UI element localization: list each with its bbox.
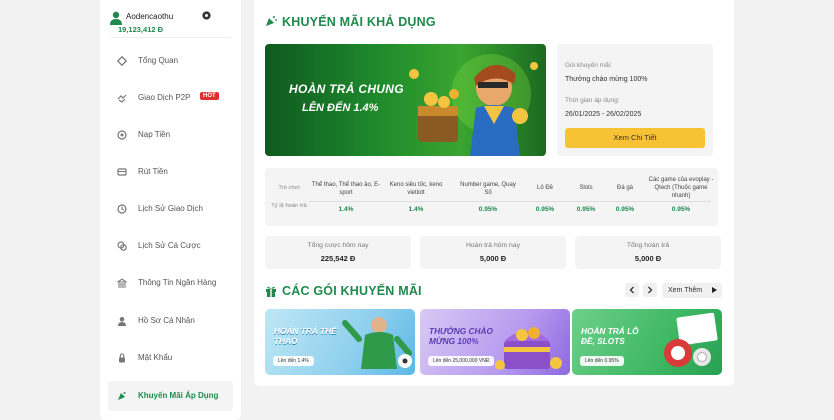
stat-total-rebate: Tổng hoàn trả 5,000 Đ	[575, 236, 721, 269]
chevron-right-icon	[648, 286, 653, 294]
balance: 19,123,412 Đ	[118, 25, 164, 34]
table-divider	[309, 201, 711, 202]
promo-card-welcome[interactable]: THƯỞNG CHÀO MỪNG 100% Lên đến 25,000,000…	[420, 309, 570, 375]
card-title: HOÀN TRẢ LÔ ĐỀ, SLOTS	[581, 326, 639, 346]
goalkeeper-illustration	[342, 317, 412, 369]
bet-history-icon	[117, 241, 127, 251]
handshake-icon	[117, 94, 127, 103]
table-header-cell: Lô Đề	[536, 185, 553, 191]
sidebar-item-profile[interactable]: Hồ Sơ Cá Nhân	[108, 306, 233, 336]
sidebar-item-bank-info[interactable]: Thông Tin Ngân Hàng	[108, 268, 233, 298]
bank-icon	[117, 278, 127, 288]
stat-value: 225,542 Đ	[320, 254, 356, 263]
stat-label: Tổng cược hôm nay	[307, 242, 369, 249]
sidebar-item-label: Nạp Tiền	[138, 130, 171, 139]
sidebar-item-overview[interactable]: Tổng Quan	[108, 46, 233, 76]
stat-total-bet-today: Tổng cược hôm nay 225,542 Đ	[265, 236, 411, 269]
rate-cell: 0.95%	[671, 206, 691, 213]
main-panel: KHUYẾN MÃI KHẢ DỤNG HOÀN TRẢ CHUNG LÊN Đ…	[254, 0, 734, 386]
withdraw-icon	[117, 168, 127, 176]
grid-icon	[117, 56, 127, 66]
divider	[110, 37, 231, 38]
promo-icon	[118, 392, 126, 400]
promo-banner[interactable]: HOÀN TRẢ CHUNG LÊN ĐẾN 1.4%	[265, 44, 546, 156]
table-header-cell: Slots	[579, 185, 593, 191]
promo-card-lottery-slots[interactable]: HOÀN TRẢ LÔ ĐỀ, SLOTS Lên đến 0.95%	[572, 309, 722, 375]
time-value: 26/01/2025 - 26/02/2025	[565, 111, 642, 118]
time-label: Thời gian áp dụng:	[565, 97, 620, 104]
sidebar-item-promotions[interactable]: Khuyến Mãi Áp Dụng	[108, 381, 233, 411]
party-popper-icon	[266, 16, 277, 26]
sidebar-item-label: Lịch Sử Giao Dịch	[138, 204, 203, 213]
rate-cell: 1.4%	[338, 206, 354, 213]
username: Aodencaothu	[126, 12, 174, 21]
sidebar-item-p2p[interactable]: Giao Dịch P2P HOT	[108, 83, 233, 113]
package-label: Gói khuyến mãi:	[565, 62, 612, 69]
hot-badge: HOT	[200, 92, 219, 100]
rate-cell: 0.95%	[576, 206, 596, 213]
profile-icon	[118, 317, 126, 326]
user-panel: Aodencaothu 19,123,412 Đ	[110, 8, 231, 36]
banner-subtitle: LÊN ĐẾN 1.4%	[302, 102, 379, 114]
promo-card-sports[interactable]: HOÀN TRẢ THỂ THAO Lên đến 1.4%	[265, 309, 415, 375]
prev-button[interactable]	[625, 283, 639, 297]
sidebar-item-label: Hồ Sơ Cá Nhân	[138, 316, 195, 325]
sidebar-item-transaction-history[interactable]: Lịch Sử Giao Dịch	[108, 194, 233, 224]
user-icon	[110, 11, 122, 25]
table-header-cell: Number game, Quay Số	[460, 182, 516, 196]
gift-icon	[266, 286, 276, 297]
stat-label: Tổng hoàn trả	[626, 242, 670, 249]
next-button[interactable]	[643, 283, 657, 297]
play-icon	[712, 287, 717, 293]
bingo-balls-illustration	[664, 312, 718, 367]
sidebar-item-label: Giao Dịch P2P	[138, 93, 191, 102]
card-subtitle: Lên đến 1.4%	[273, 356, 314, 366]
table-header-cell: Thể thao, Thể thao ảo, E-sport	[311, 182, 381, 196]
table-header-cell: Đá gà	[616, 185, 633, 191]
stat-label: Hoàn trả hôm nay	[465, 242, 521, 249]
promo-info-panel: Gói khuyến mãi: Thưởng chào mừng 100% Th…	[557, 44, 713, 156]
card-title: HOÀN TRẢ THỂ THAO	[274, 326, 337, 346]
card-title: THƯỞNG CHÀO MỪNG 100%	[429, 326, 493, 346]
sidebar-item-label: Tổng Quan	[138, 56, 179, 65]
package-value: Thưởng chào mừng 100%	[565, 76, 648, 83]
sidebar-item-withdraw[interactable]: Rút Tiền	[108, 157, 233, 187]
deposit-icon	[117, 130, 127, 140]
stat-value: 5,000 Đ	[634, 254, 662, 263]
card-subtitle: Lên đến 25,000,000 VNĐ	[428, 356, 495, 366]
chevron-left-icon	[629, 286, 634, 294]
table-row-label: Tỷ lệ hoàn trả	[271, 203, 307, 209]
table-header-cell: Keno siêu tốc, keno vietlott	[389, 182, 443, 196]
card-subtitle: Lên đến 0.95%	[580, 356, 624, 366]
sidebar-item-bet-history[interactable]: Lịch Sử Cá Cược	[108, 231, 233, 261]
stat-rebate-today: Hoàn trả hôm nay 5,000 Đ	[420, 236, 566, 269]
rate-cell: 0.95%	[478, 206, 498, 213]
table-header-label: Trò chơi	[278, 185, 300, 191]
stat-value: 5,000 Đ	[479, 254, 507, 263]
view-details-button[interactable]: Xem Chi Tiết	[565, 128, 705, 148]
packages-title: CÁC GÓI KHUYẾN MÃI	[282, 284, 422, 298]
sidebar-item-label: Khuyến Mãi Áp Dụng	[138, 391, 219, 400]
sidebar-item-password[interactable]: Mật Khẩu	[108, 343, 233, 373]
sidebar: Aodencaothu 19,123,412 Đ Tổng Quan Giao …	[100, 0, 241, 420]
pirate-character-illustration	[409, 54, 538, 156]
treasure-chest-illustration	[495, 327, 562, 370]
sidebar-item-label: Mật Khẩu	[138, 353, 173, 362]
page-title: KHUYẾN MÃI KHẢ DỤNG	[282, 15, 436, 29]
view-more-button[interactable]: Xem Thêm	[662, 283, 722, 298]
sidebar-item-label: Lịch Sử Cá Cược	[138, 241, 201, 250]
table-header-cell: Các game của evoplay - Qtech (Thuộc game…	[648, 177, 714, 199]
rate-cell: 1.4%	[408, 206, 424, 213]
rate-cell: 0.95%	[535, 206, 555, 213]
eye-toggle-icon[interactable]	[202, 11, 211, 20]
sidebar-item-label: Rút Tiền	[138, 167, 168, 176]
rebate-rate-table: Trò chơi Tỷ lệ hoàn trả Thể thao, Thể th…	[265, 168, 718, 226]
banner-title: HOÀN TRẢ CHUNG	[289, 82, 404, 96]
rate-cell: 0.95%	[615, 206, 635, 213]
view-more-label: Xem Thêm	[668, 287, 703, 294]
sidebar-item-label: Thông Tin Ngân Hàng	[138, 278, 217, 287]
history-icon	[117, 204, 127, 214]
lock-icon	[119, 353, 125, 363]
sidebar-item-deposit[interactable]: Nạp Tiền	[108, 120, 233, 150]
